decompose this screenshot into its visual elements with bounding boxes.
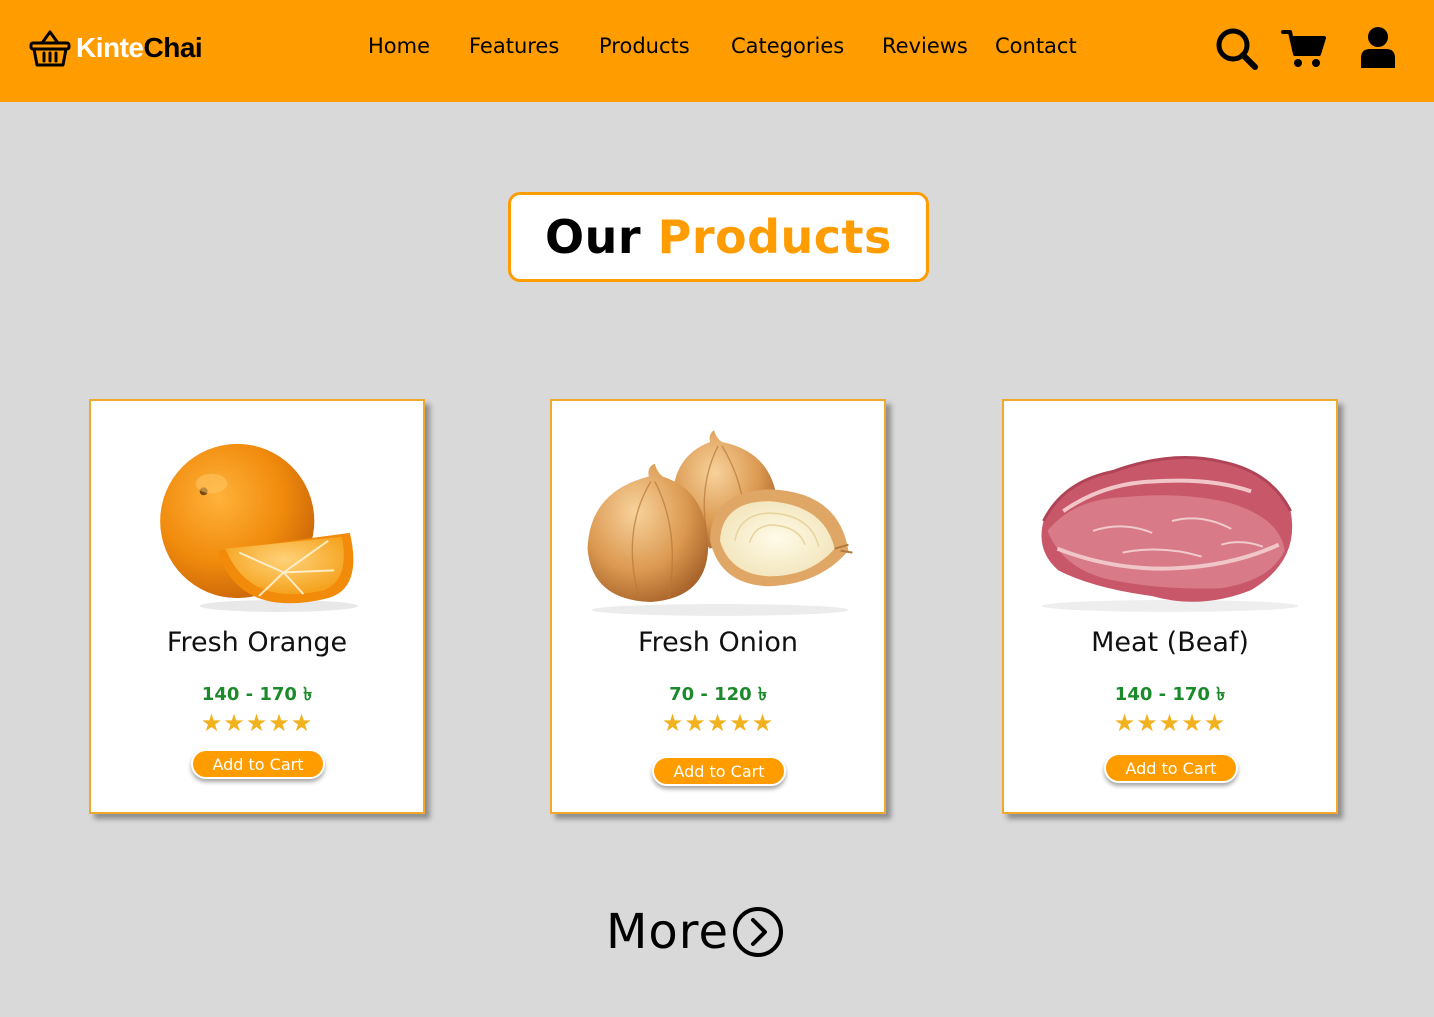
- product-name: Meat (Beaf): [1091, 627, 1249, 658]
- brand-name-part1: Kinte: [76, 32, 144, 63]
- product-price: 140 - 170 ৳: [1114, 684, 1226, 705]
- nav-home[interactable]: Home: [368, 34, 430, 58]
- add-to-cart-button[interactable]: Add to Cart: [191, 749, 325, 779]
- product-image-meat: [1004, 421, 1336, 621]
- section-title: Our Products: [545, 210, 892, 264]
- add-to-cart-button[interactable]: Add to Cart: [1104, 753, 1238, 783]
- top-navbar: KinteChai Home Features Products Categor…: [0, 0, 1434, 102]
- nav-features[interactable]: Features: [469, 34, 559, 58]
- more-label: More: [606, 904, 729, 960]
- product-name: Fresh Onion: [638, 627, 798, 658]
- chevron-right-circle-icon: [733, 907, 783, 957]
- add-to-cart-button[interactable]: Add to Cart: [652, 756, 786, 786]
- search-icon[interactable]: [1214, 26, 1260, 72]
- brand-name: KinteChai: [76, 32, 203, 64]
- nav-categories[interactable]: Categories: [731, 34, 844, 58]
- more-link[interactable]: More: [606, 904, 785, 960]
- product-card-orange: Fresh Orange 140 - 170 ৳ ★★★★★ Add to Ca…: [89, 399, 425, 814]
- product-rating-stars: ★★★★★: [661, 709, 775, 737]
- product-rating-stars: ★★★★★: [1113, 709, 1227, 737]
- brand-name-part2: Chai: [143, 32, 203, 63]
- section-title-box: Our Products: [508, 192, 929, 282]
- product-card-meat: Meat (Beaf) 140 - 170 ৳ ★★★★★ Add to Car…: [1002, 399, 1338, 814]
- product-price: 140 - 170 ৳: [201, 684, 313, 705]
- product-image-onion: [552, 421, 884, 621]
- product-name: Fresh Orange: [166, 627, 348, 658]
- section-title-part2: Products: [657, 210, 892, 264]
- product-price: 70 - 120 ৳: [669, 684, 767, 705]
- product-rating-stars: ★★★★★: [200, 709, 314, 737]
- product-card-onion: Fresh Onion 70 - 120 ৳ ★★★★★ Add to Cart: [550, 399, 886, 814]
- user-icon[interactable]: [1358, 26, 1398, 70]
- nav-products[interactable]: Products: [599, 34, 690, 58]
- nav-contact[interactable]: Contact: [995, 34, 1077, 58]
- product-image-orange: [91, 421, 423, 621]
- brand-logo[interactable]: KinteChai: [28, 26, 203, 70]
- cart-icon[interactable]: [1281, 28, 1327, 70]
- section-title-part1: Our: [545, 210, 642, 264]
- nav-reviews[interactable]: Reviews: [882, 34, 968, 58]
- basket-icon: [29, 30, 71, 67]
